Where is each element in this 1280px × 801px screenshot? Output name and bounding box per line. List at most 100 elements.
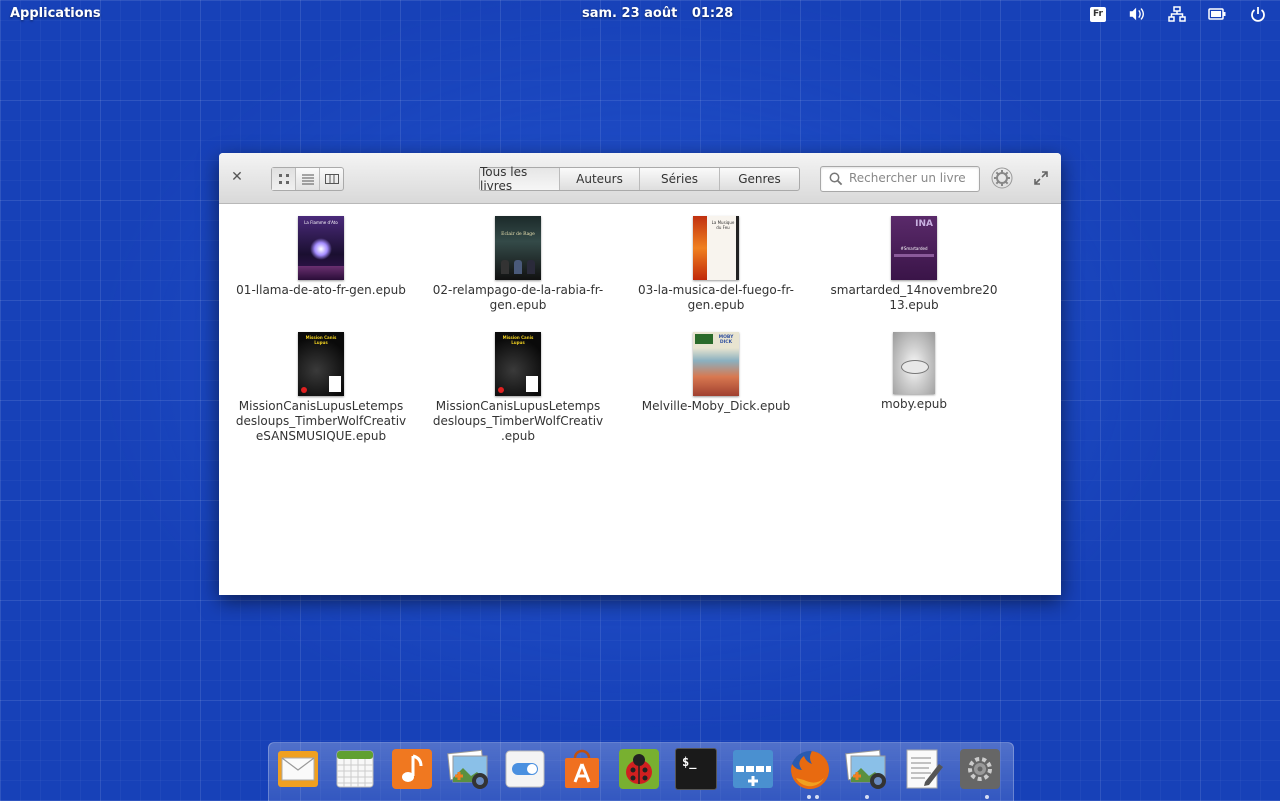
book-cover: Eclair de Rage — [495, 216, 541, 280]
dock-photos[interactable] — [447, 748, 489, 790]
cover-art — [527, 260, 535, 274]
running-indicator — [985, 795, 989, 799]
running-indicator — [807, 795, 811, 799]
book-cover: La Musique du Feu — [693, 216, 739, 280]
applications-menu[interactable]: Applications — [10, 6, 101, 21]
dock: $_ — [268, 742, 1014, 801]
book-cover — [893, 332, 935, 394]
dock-bug-tracker[interactable] — [618, 748, 660, 790]
cover-title: Eclair de Rage — [501, 232, 535, 237]
gear-icon — [991, 167, 1013, 189]
search-field[interactable] — [820, 166, 980, 192]
top-panel: Applications sam. 23 août 01:28 Fr — [0, 0, 1280, 28]
book-title: moby.epub — [880, 397, 948, 411]
cover-art — [526, 376, 538, 392]
terminal-prompt-label: $_ — [682, 755, 697, 769]
search-input[interactable] — [849, 170, 973, 186]
time-label: 01:28 — [691, 6, 734, 21]
cover-art — [693, 216, 707, 280]
cover-art — [695, 334, 713, 344]
dock-text-editor[interactable] — [903, 748, 945, 790]
workspaces-icon — [733, 750, 773, 788]
keyboard-layout-label: Fr — [1090, 6, 1106, 22]
list-view-button[interactable] — [296, 168, 320, 190]
column-view-button[interactable] — [320, 168, 343, 190]
dock-multitasking[interactable] — [732, 748, 774, 790]
cover-art — [501, 260, 509, 274]
cover-art — [298, 266, 344, 280]
dock-switchboard[interactable] — [504, 748, 546, 790]
book-title: Melville-Moby_Dick.epub — [641, 399, 791, 413]
dock-photos-2[interactable] — [845, 748, 887, 790]
firefox-icon — [791, 751, 830, 789]
cover-art: INA — [915, 219, 933, 229]
cover-title: Mission Canis Lupus — [502, 335, 534, 345]
book-title: smartarded_14novembre2013.epub — [830, 283, 998, 312]
header-bar: ✕ Tous les livres Auteurs Séries Genres — [219, 153, 1061, 204]
cover-art — [329, 376, 341, 392]
category-tabs: Tous les livres Auteurs Séries Genres — [479, 165, 800, 193]
dock-settings[interactable] — [959, 748, 1001, 790]
book-title: MissionCanisLupusLetempsdesloups_TimberW… — [235, 399, 407, 443]
book-item[interactable]: INA #Smartarded smartarded_14novembre201… — [824, 216, 1004, 313]
view-mode-switcher — [271, 167, 344, 191]
cover-art — [301, 387, 307, 393]
cover-title: Mission Canis Lupus — [305, 335, 337, 345]
dock-music[interactable] — [391, 748, 433, 790]
book-title: MissionCanisLupusLetempsdesloups_TimberW… — [432, 399, 604, 443]
book-item[interactable]: La Musique du Feu 03-la-musica-del-fuego… — [626, 216, 806, 313]
mail-icon — [278, 751, 318, 787]
book-item[interactable]: moby.epub — [824, 332, 1004, 412]
toggle-icon — [505, 750, 545, 788]
dock-app-center[interactable] — [561, 748, 603, 790]
dock-firefox[interactable] — [788, 748, 830, 790]
tab-series[interactable]: Séries — [640, 168, 720, 190]
book-title: 03-la-musica-del-fuego-fr-gen.epub — [638, 283, 794, 312]
tab-authors[interactable]: Auteurs — [560, 168, 640, 190]
photos-icon — [845, 749, 886, 789]
list-view-icon — [301, 174, 314, 185]
book-item[interactable]: Eclair de Rage 02-relampago-de-la-rabia-… — [428, 216, 608, 313]
book-cover: La Flamme d'Ato — [298, 216, 344, 280]
network-icon[interactable] — [1168, 5, 1186, 23]
clock[interactable]: sam. 23 août 01:28 — [582, 6, 743, 21]
cover-art — [310, 238, 332, 260]
close-button[interactable]: ✕ — [229, 169, 245, 185]
date-label: sam. 23 août — [582, 6, 678, 21]
book-item[interactable]: La Flamme d'Ato 01-llama-de-ato-fr-gen.e… — [231, 216, 411, 298]
cover-art — [514, 260, 522, 274]
keyboard-indicator[interactable]: Fr — [1089, 5, 1107, 23]
photos-icon — [447, 749, 488, 789]
cover-title: La Musique du Feu — [711, 220, 735, 230]
settings-icon — [960, 749, 1000, 789]
maximize-button[interactable] — [1033, 170, 1049, 186]
battery-icon[interactable] — [1208, 5, 1226, 23]
book-item[interactable]: Mission Canis Lupus MissionCanisLupusLet… — [428, 332, 608, 444]
settings-gear-button[interactable] — [990, 166, 1014, 190]
cover-art — [901, 360, 929, 374]
book-item[interactable]: MOBY DICK Melville-Moby_Dick.epub — [626, 332, 806, 414]
tab-all-books[interactable]: Tous les livres — [480, 165, 560, 193]
cover-art — [736, 216, 739, 280]
power-icon[interactable] — [1249, 5, 1267, 23]
dock-calendar[interactable] — [334, 748, 376, 790]
cover-title: La Flamme d'Ato — [304, 220, 338, 225]
dock-terminal[interactable]: $_ — [675, 748, 717, 790]
cover-title: #Smartarded — [900, 246, 928, 251]
shopping-bag-icon — [565, 749, 599, 788]
cover-art — [894, 254, 934, 257]
grid-view-icon — [278, 174, 289, 184]
book-cover: Mission Canis Lupus — [495, 332, 541, 396]
maximize-icon — [1034, 171, 1048, 185]
music-icon — [392, 749, 432, 789]
grid-view-button[interactable] — [272, 168, 296, 190]
cover-art — [498, 387, 504, 393]
book-item[interactable]: Mission Canis Lupus MissionCanisLupusLet… — [231, 332, 411, 444]
book-cover: Mission Canis Lupus — [298, 332, 344, 396]
book-title: 02-relampago-de-la-rabia-fr-gen.epub — [432, 283, 604, 312]
volume-icon[interactable] — [1128, 5, 1146, 23]
dock-mail[interactable] — [277, 748, 319, 790]
library-window: ✕ Tous les livres Auteurs Séries Genres — [219, 153, 1061, 595]
tab-genres[interactable]: Genres — [720, 168, 799, 190]
text-editor-icon — [906, 749, 943, 789]
